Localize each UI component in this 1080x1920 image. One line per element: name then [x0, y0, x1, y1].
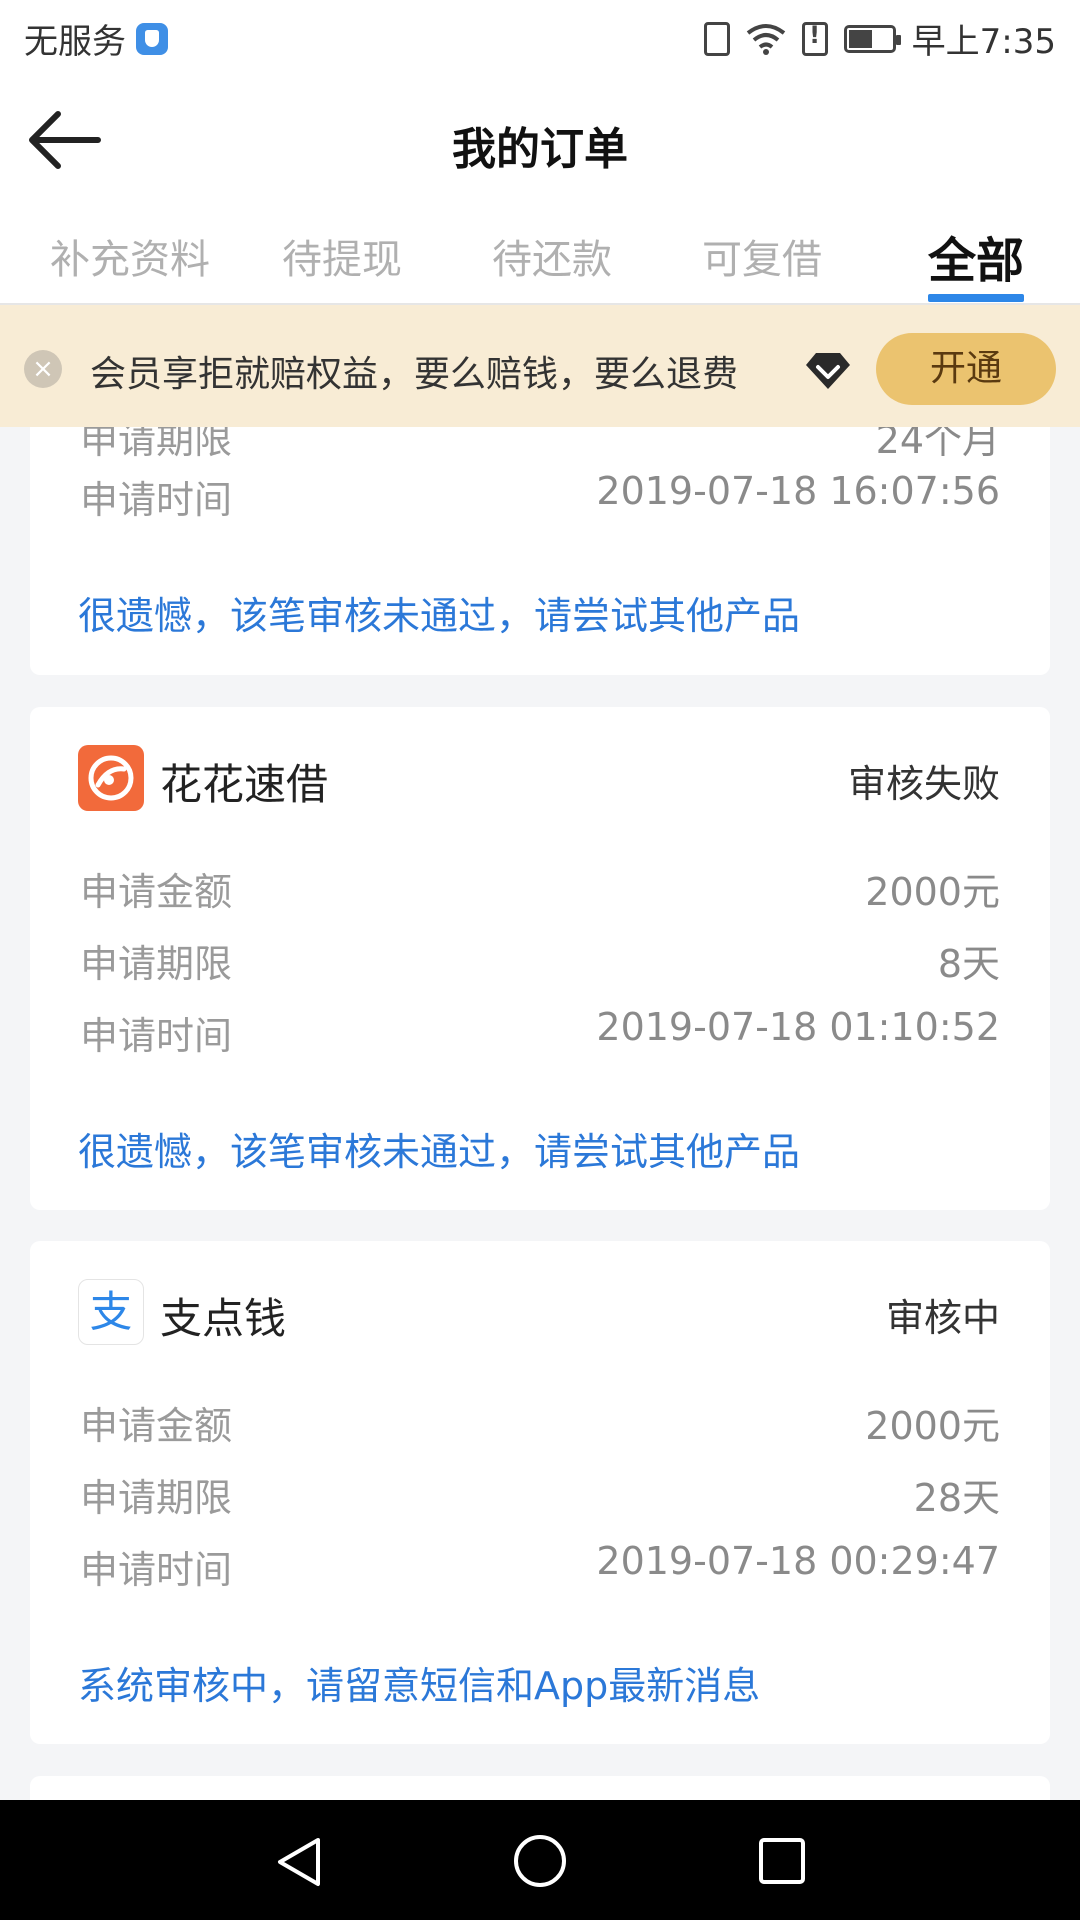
order-message: 很遗憾，该笔审核未通过，请尝试其他产品 [78, 594, 801, 638]
status-badge: 审核失败 [847, 762, 1000, 806]
membership-banner: × 会员享拒就赔权益，要么赔钱，要么退费 开通 [0, 305, 1080, 427]
row-label: 申请期限 [80, 1476, 233, 1520]
alert-icon [801, 21, 828, 56]
order-card[interactable]: 花花速借 审核失败 申请金额 2000元 申请期限 8天 申请时间 2019-0… [30, 707, 1050, 1210]
row-value: 24个月 [875, 427, 1000, 462]
tab-pending-withdraw[interactable]: 待提现 [282, 227, 402, 285]
order-card[interactable]: 支 支点钱 审核中 申请金额 2000元 申请期限 28天 申请时间 2019-… [30, 1241, 1050, 1744]
shield-icon [136, 22, 168, 55]
order-message: 很遗憾，该笔审核未通过，请尝试其他产品 [78, 1130, 801, 1174]
card-header: 支 支点钱 审核中 [78, 1279, 1000, 1345]
row-value: 2000元 [865, 870, 1000, 914]
order-row: 申请时间 2019-07-18 16:07:56 [80, 469, 1000, 522]
app-header: 我的订单 [0, 75, 1080, 205]
vibrate-icon [703, 21, 730, 56]
row-value: 2019-07-18 00:29:47 [596, 1539, 1000, 1583]
tab-pending-repay[interactable]: 待还款 [492, 227, 612, 285]
row-label: 申请时间 [80, 1548, 233, 1592]
row-label: 申请时间 [80, 1014, 233, 1058]
status-right: 早上7:35 [703, 14, 1056, 63]
page-title: 我的订单 [452, 124, 628, 175]
nav-recents-icon[interactable] [758, 1837, 806, 1885]
system-nav-bar [0, 1800, 1080, 1920]
order-row: 申请期限 28天 [80, 1467, 1000, 1520]
nav-home-icon[interactable] [513, 1834, 567, 1888]
battery-icon [843, 24, 901, 53]
battery-level [848, 29, 872, 48]
tab-bar: 补充资料 待提现 待还款 可复借 全部 [0, 205, 1080, 305]
status-badge: 审核中 [885, 1296, 1000, 1340]
status-bar: 无服务 早上7:35 [0, 0, 1080, 75]
order-row: 申请期限 24个月 [80, 427, 1000, 462]
clock-text: 早上7:35 [911, 22, 1056, 62]
nav-back-icon[interactable] [276, 1836, 322, 1888]
order-row: 申请金额 2000元 [80, 1395, 1000, 1448]
row-value: 8天 [937, 942, 1000, 986]
huahua-logo-icon [78, 745, 144, 811]
product-name: 花花速借 [160, 760, 329, 809]
row-label: 申请期限 [80, 427, 233, 462]
carrier-text: 无服务 [24, 22, 126, 62]
order-row: 申请期限 8天 [80, 933, 1000, 986]
diamond-icon [806, 353, 850, 389]
zhidianqian-logo-icon: 支 [78, 1279, 144, 1345]
tab-all[interactable]: 全部 [928, 221, 1024, 291]
open-membership-button[interactable]: 开通 [876, 333, 1056, 405]
close-icon[interactable]: × [24, 350, 62, 388]
order-message: 系统审核中，请留意短信和App最新消息 [78, 1664, 761, 1708]
tab-reborrow[interactable]: 可复借 [702, 227, 822, 285]
order-row: 申请金额 2000元 [80, 861, 1000, 914]
order-row: 申请时间 2019-07-18 00:29:47 [80, 1539, 1000, 1592]
order-card-partial[interactable]: 申请期限 24个月 申请时间 2019-07-18 16:07:56 很遗憾，该… [30, 427, 1050, 675]
card-header: 花花速借 审核失败 [78, 745, 1000, 811]
product-name: 支点钱 [160, 1294, 287, 1343]
wifi-icon [746, 23, 785, 55]
status-left: 无服务 [24, 14, 168, 63]
order-row: 申请时间 2019-07-18 01:10:52 [80, 1005, 1000, 1058]
active-tab-indicator [928, 294, 1024, 302]
row-value: 28天 [913, 1476, 1000, 1520]
banner-text: 会员享拒就赔权益，要么赔钱，要么退费 [90, 354, 739, 395]
tab-supplement[interactable]: 补充资料 [50, 227, 210, 285]
logo-glyph: 支 [90, 1288, 133, 1338]
row-value: 2019-07-18 16:07:56 [596, 469, 1000, 513]
row-label: 申请金额 [80, 1404, 233, 1448]
row-value: 2000元 [865, 1404, 1000, 1448]
row-label: 申请时间 [80, 478, 233, 522]
row-value: 2019-07-18 01:10:52 [596, 1005, 1000, 1049]
row-label: 申请期限 [80, 942, 233, 986]
row-label: 申请金额 [80, 870, 233, 914]
